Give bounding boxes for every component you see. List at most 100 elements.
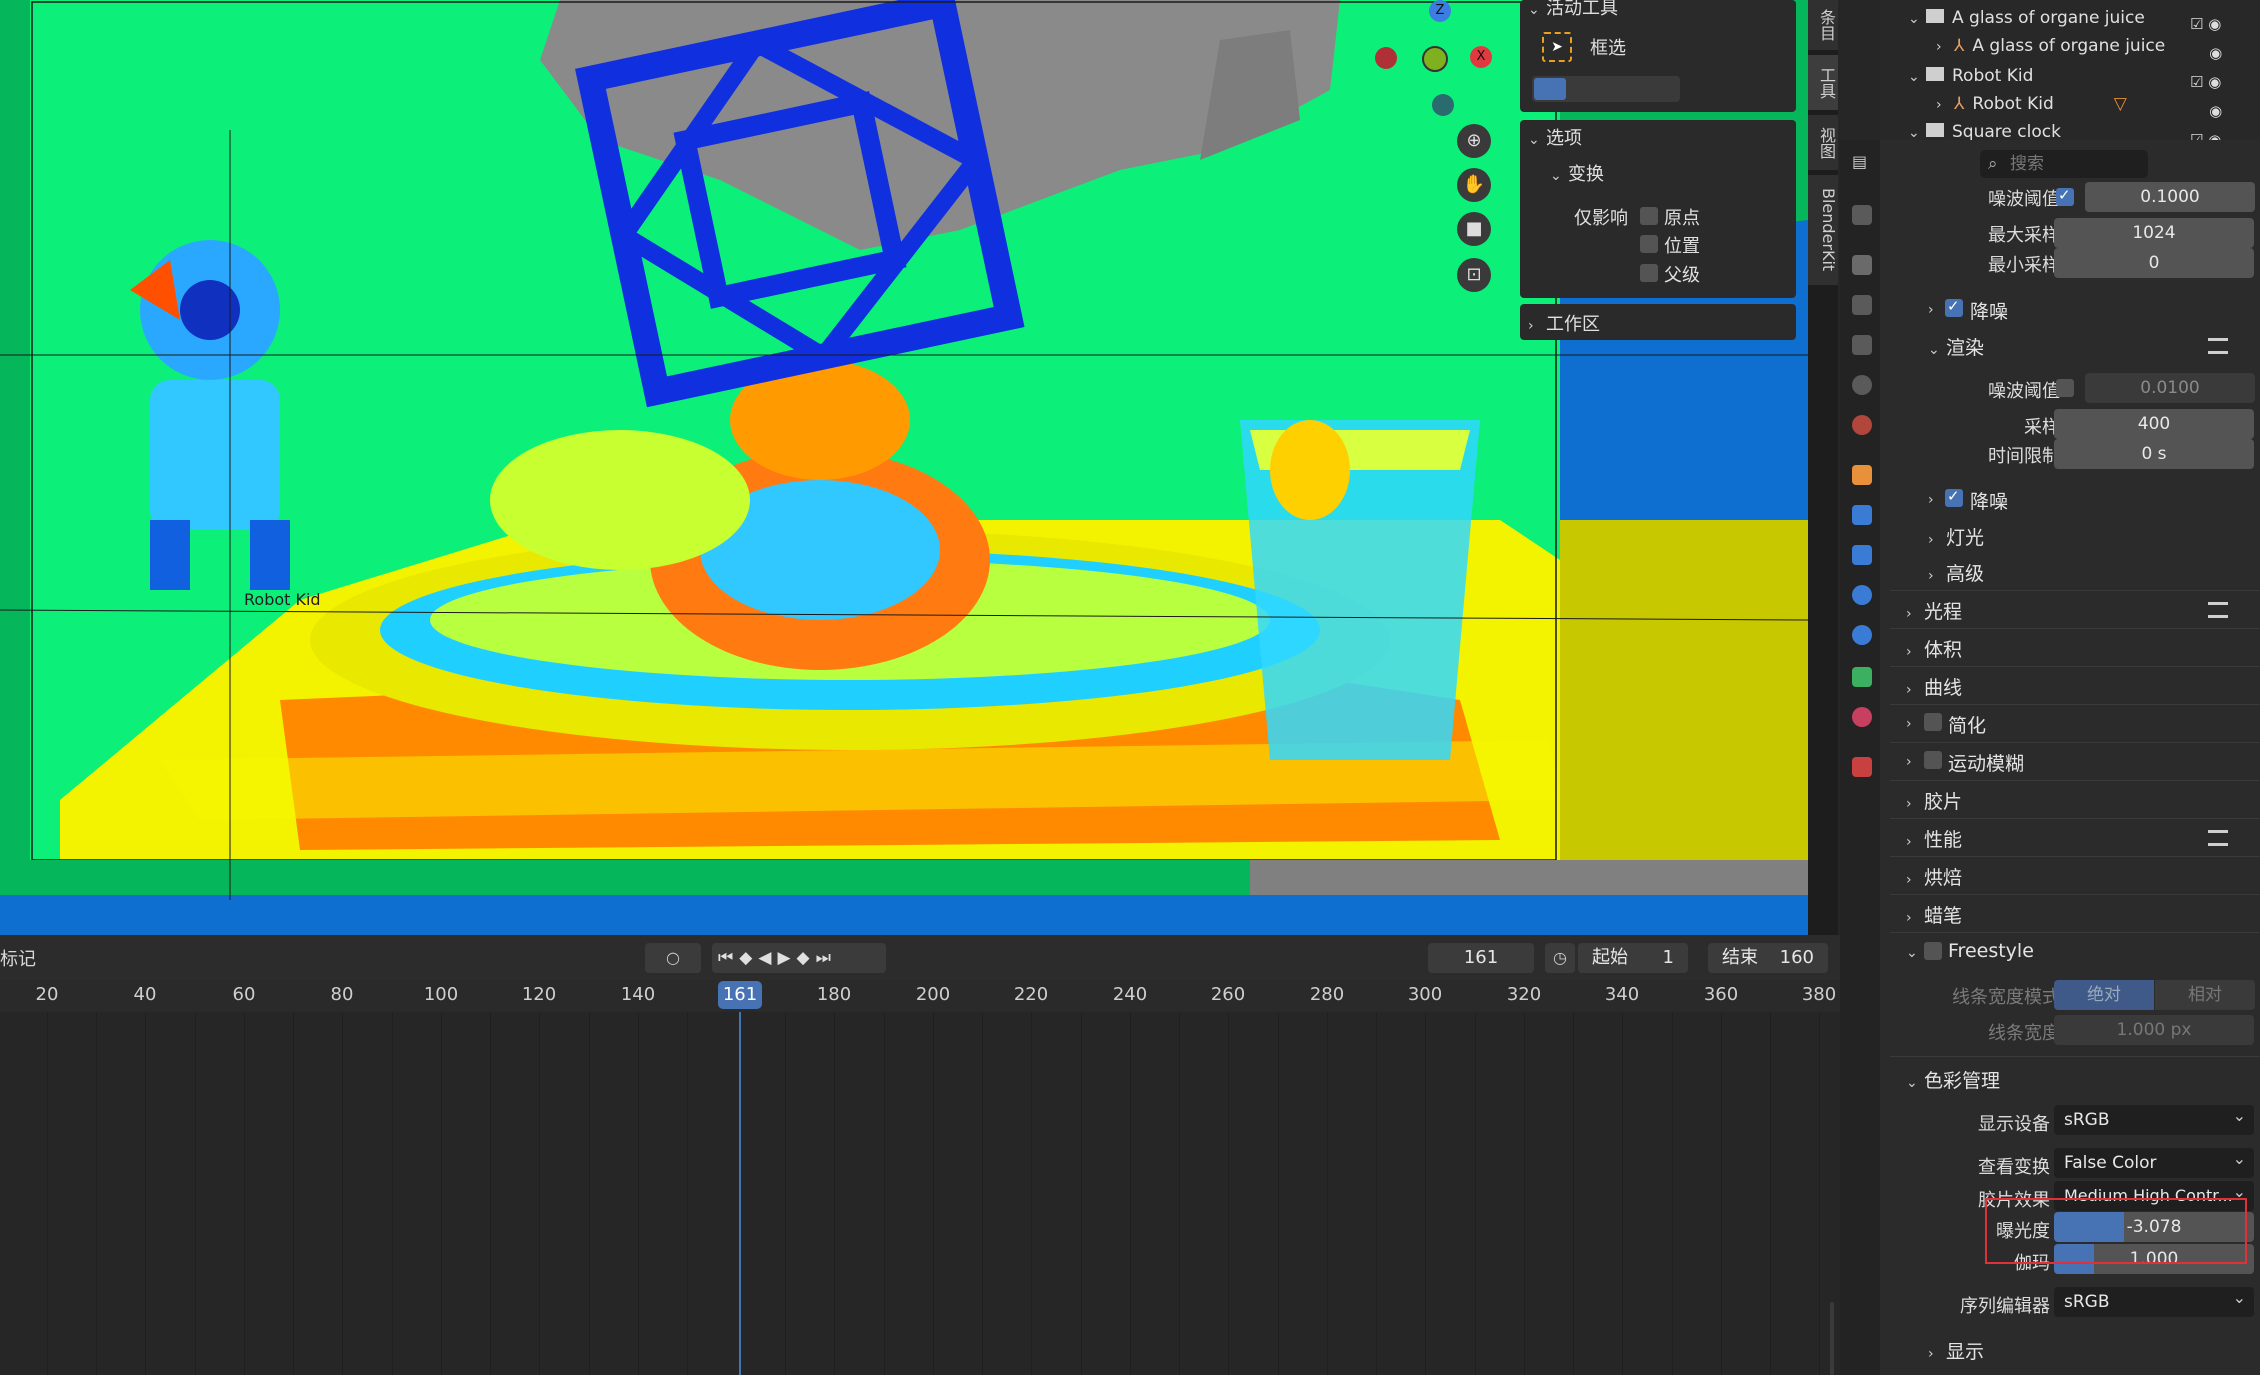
render-subpanel-header[interactable]: ⌄ 渲染 [1928,333,1984,360]
presets-list-icon[interactable] [2208,830,2228,846]
markers-menu[interactable]: 标记 [0,945,36,971]
denoise-checkbox[interactable] [1945,297,1963,317]
denoise-subpanel[interactable]: › [1928,297,1946,319]
display-subpanel[interactable]: › 显示 [1928,1337,1984,1364]
gizmo-y-axis[interactable] [1422,46,1448,72]
view-layer-icon[interactable] [1852,335,1872,355]
transform-header[interactable]: ⌄ 变换 [1550,160,1604,186]
select-mode-buttons[interactable] [1532,76,1680,102]
outliner-row[interactable]: › ⅄ Robot Kid ▽ [1936,94,2127,114]
location-checkbox[interactable] [1640,235,1658,253]
data-icon[interactable] [1852,667,1872,687]
tab-view[interactable]: 视图 [1808,115,1838,170]
zoom-icon[interactable]: ⊕ [1457,124,1491,158]
navigation-gizmo[interactable]: Z X [1372,0,1492,120]
output-icon[interactable] [1852,295,1872,315]
properties-search[interactable]: ⌕ 搜索 [1980,150,2148,178]
presets-list-icon[interactable] [2208,338,2228,354]
relative-toggle[interactable]: 相对 [2155,980,2255,1010]
world-icon[interactable] [1852,415,1872,435]
freestyle-checkbox[interactable] [1924,942,1942,960]
origin-checkbox[interactable] [1640,207,1658,225]
performance-panel[interactable]: › 性能 [1906,825,1962,852]
presets-list-icon[interactable] [2208,602,2228,618]
max-samples-field[interactable]: 1024 [2054,218,2254,248]
freestyle-panel[interactable]: ⌄ [1906,940,1924,962]
outliner-row[interactable]: ⌄ Square clock [1908,122,2061,142]
tab-blenderkit[interactable]: BlenderKit [1808,175,1838,285]
tab-tool[interactable]: 工具 [1808,55,1838,110]
options-header[interactable]: ⌄ 选项 [1528,124,1582,150]
physics-icon[interactable] [1852,585,1872,605]
volumes-panel[interactable]: › 体积 [1906,635,1962,662]
lights-subpanel[interactable]: › 灯光 [1928,523,1984,550]
parent-checkbox[interactable] [1640,264,1658,282]
keying-icon[interactable]: ○ [645,943,701,973]
samples-field[interactable]: 400 [2054,409,2254,439]
material-icon[interactable] [1852,707,1872,727]
particles-icon[interactable] [1852,545,1872,565]
timeline-scrollbar[interactable] [1830,1302,1834,1375]
constraints-icon[interactable] [1852,625,1872,645]
render-denoise-checkbox[interactable] [1945,487,1963,507]
display-device-dropdown[interactable]: sRGB [2054,1101,2254,1135]
visibility-column[interactable]: ☑ ◉ ◉☑ ◉ ◉☑ ◉ [2190,10,2222,155]
absolute-toggle[interactable]: 绝对 [2054,980,2154,1010]
advanced-subpanel[interactable]: › 高级 [1928,559,1984,586]
current-frame-field[interactable]: 161 [1428,943,1534,973]
playback-controls[interactable]: ⏮◆◀▶◆⏭ [712,943,886,973]
modifier-wrench-icon[interactable] [1852,505,1872,525]
bake-panel[interactable]: › 烘焙 [1906,863,1962,890]
view-transform-dropdown[interactable]: False Color [2054,1144,2254,1178]
playhead-line[interactable] [739,1012,741,1375]
film-panel[interactable]: › 胶片 [1906,787,1962,814]
tick-label: 300 [1407,984,1443,1005]
motion-blur-checkbox[interactable] [1924,751,1942,769]
gizmo-neg-y-axis[interactable] [1432,94,1454,116]
time-limit-field[interactable]: 0 s [2054,439,2254,469]
editor-type-icon[interactable]: ▤ [1852,152,1874,174]
render-noise-threshold-checkbox[interactable] [2056,379,2074,397]
simplify-checkbox[interactable] [1924,713,1942,731]
gizmo-z-axis[interactable]: Z [1429,0,1451,22]
object-icon[interactable] [1852,465,1872,485]
tab-item[interactable]: 条目 [1808,0,1838,50]
curves-panel[interactable]: › 曲线 [1906,673,1962,700]
motion-blur-panel[interactable]: › [1906,749,1924,771]
texture-icon[interactable] [1852,757,1872,777]
line-width-field[interactable]: 1.000 px [2054,1015,2254,1045]
light-paths-panel[interactable]: › 光程 [1906,597,1962,624]
noise-threshold-checkbox[interactable] [2056,186,2074,206]
camera-view-icon[interactable]: ■ [1457,212,1491,246]
outliner[interactable]: ⌄ A glass of organe juice › ⅄ A glass of or… [1880,0,2260,149]
sequencer-dropdown[interactable]: sRGB [2054,1283,2254,1317]
noise-threshold-field[interactable]: 0.1000 [2085,182,2255,212]
min-samples-field[interactable]: 0 [2054,248,2254,278]
active-tool-header[interactable]: ⌄ 活动工具 [1528,0,1618,20]
tool-icon[interactable] [1852,205,1872,225]
start-frame-field[interactable]: 起始 1 [1578,943,1688,973]
playhead-marker[interactable]: 161 [718,981,762,1009]
box-select-icon[interactable]: ➤ [1542,32,1572,62]
timeline-ruler[interactable]: 20 40 60 80 100 120 140 161 180 200 220 … [0,980,1840,1012]
render-denoise-subpanel[interactable]: › [1928,487,1946,509]
pan-hand-icon[interactable]: ✋ [1457,168,1491,202]
outliner-row[interactable]: ⌄ Robot Kid [1908,66,2033,86]
outliner-row[interactable]: ⌄ A glass of organe juice [1908,8,2145,28]
render-icon[interactable] [1852,255,1872,275]
workspace-header[interactable]: › 工作区 [1528,310,1600,336]
end-frame-field[interactable]: 结束 160 [1708,943,1828,973]
stopwatch-icon[interactable]: ◷ [1545,943,1575,973]
simplify-panel[interactable]: › [1906,711,1924,733]
color-management-header[interactable]: ⌄ 色彩管理 [1906,1066,2000,1093]
gizmo-neg-x-axis[interactable] [1375,47,1397,69]
gizmo-x-axis[interactable]: X [1470,46,1492,68]
lock-icon[interactable]: ⊡ [1457,258,1491,292]
render-noise-threshold-field[interactable]: 0.0100 [2085,373,2255,403]
timeline-body[interactable] [0,1012,1840,1375]
select-mode-new-icon[interactable] [1534,78,1566,100]
grease-pencil-panel[interactable]: › 蜡笔 [1906,901,1962,928]
outliner-row[interactable]: › ⅄ A glass of organe juice [1936,36,2165,56]
tick-label: 120 [521,984,557,1005]
scene-icon[interactable] [1852,375,1872,395]
